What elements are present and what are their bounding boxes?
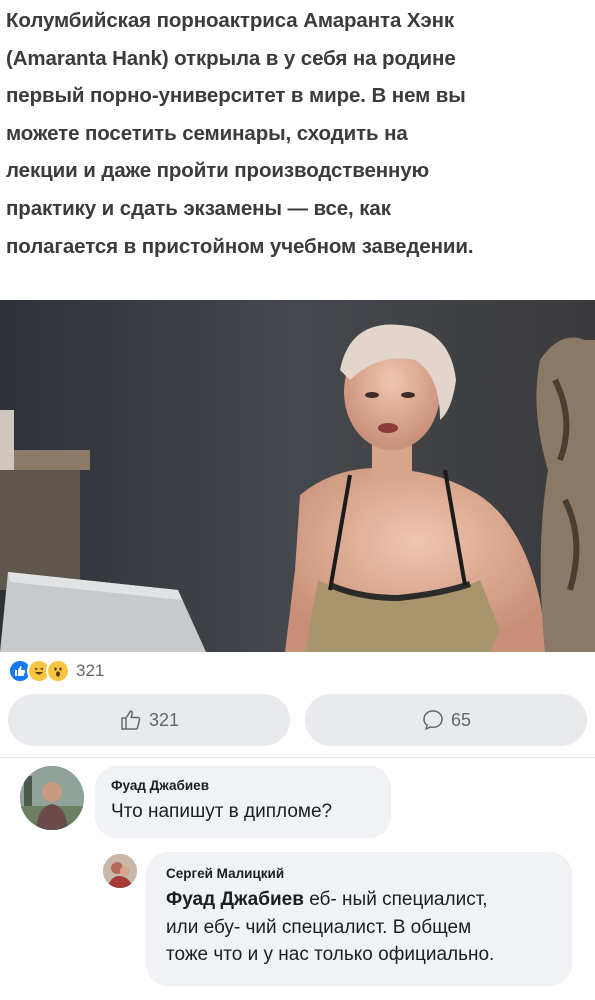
- post-text-line: Колумбийская порноактриса Амаранта Хэнк: [6, 9, 455, 32]
- divider: [0, 757, 595, 758]
- avatar[interactable]: [20, 766, 84, 830]
- post-text-line: (Amaranta Hank) открыла в у себя на роди…: [6, 46, 456, 70]
- comment-bubble-icon: [421, 708, 445, 732]
- comment-bubble: Фуад Джабиев Что напишут в дипломе?: [95, 766, 391, 838]
- like-button[interactable]: 321: [8, 694, 290, 746]
- comment-text: Что напишут в дипломе?: [111, 801, 333, 822]
- post-text-line: полагается в пристойном учебном заведени…: [6, 234, 474, 258]
- reactions-count: 321: [76, 661, 105, 680]
- wow-icon: [46, 659, 70, 683]
- comment-text-part: еб- ный специалист,: [303, 889, 488, 910]
- comment-author[interactable]: Сергей Малицкий: [166, 866, 284, 881]
- mention-link[interactable]: Фуад Джабиев: [166, 889, 304, 910]
- reactions-summary[interactable]: 321: [8, 657, 104, 685]
- like-count: 321: [148, 709, 180, 730]
- post-text: Колумбийская порноактриса Амаранта Хэнк …: [6, 2, 590, 265]
- thumbs-up-icon: [119, 708, 143, 732]
- post-text-line: можете посетить семинары, сходить на: [6, 121, 408, 145]
- photo-image: [0, 300, 595, 652]
- reply-bubble: Сергей Малицкий Фуад Джабиев еб- ный спе…: [146, 852, 572, 986]
- post-photo[interactable]: [0, 300, 595, 652]
- comment-text: Фуад Джабиев еб- ный специалист, или ебу…: [166, 886, 566, 969]
- post-text-line: первый порно-университет в мире. В нем в…: [6, 84, 466, 108]
- comment-count: 65: [450, 709, 472, 730]
- post-text-line: лекции и даже пройти производственную: [6, 159, 430, 183]
- comment-button[interactable]: 65: [305, 694, 587, 746]
- comment-text-part: тоже что и у нас только официально.: [166, 944, 495, 965]
- avatar[interactable]: [103, 854, 137, 888]
- comment-text-part: или ебу- чий специалист. В общем: [166, 916, 472, 938]
- comment-author[interactable]: Фуад Джабиев: [111, 778, 209, 793]
- post-text-line: практику и сдать экзамены — все, как: [6, 196, 391, 220]
